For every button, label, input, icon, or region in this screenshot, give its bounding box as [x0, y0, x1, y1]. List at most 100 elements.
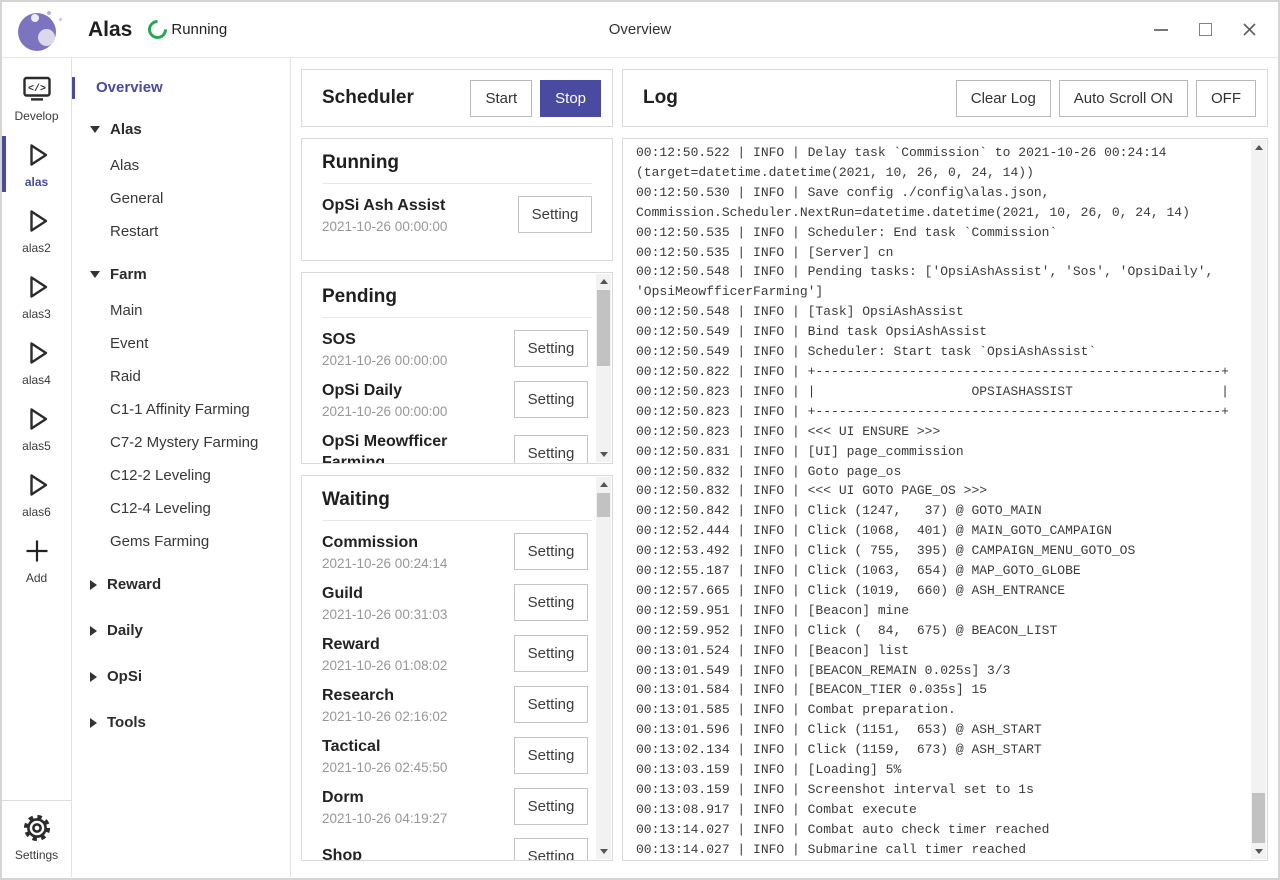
log-line: 00:12:55.187 | INFO | Click (1063, 654) … — [636, 561, 1247, 581]
active-indicator — [2, 136, 6, 192]
scroll-up-icon[interactable] — [596, 477, 611, 492]
sidebar-item-label: Develop — [14, 109, 58, 123]
nav-item-label: Overview — [96, 79, 163, 96]
active-indicator — [72, 77, 75, 99]
svg-text:</>: </> — [27, 83, 45, 95]
nav-group-reward[interactable]: Reward — [72, 565, 290, 604]
task-next-run-time: 2021-10-26 04:19:27 — [322, 811, 514, 826]
nav-item-raid[interactable]: Raid — [72, 360, 290, 393]
nav-item-restart[interactable]: Restart — [72, 215, 290, 248]
nav-item-overview[interactable]: Overview — [72, 72, 290, 103]
maximize-button[interactable] — [1190, 15, 1220, 45]
task-setting-button[interactable]: Setting — [514, 838, 588, 860]
sidebar-item-label: alas6 — [22, 505, 51, 519]
maximize-icon — [1199, 23, 1212, 36]
nav-item-main[interactable]: Main — [72, 294, 290, 327]
log-line: 00:12:50.823 | INFO | <<< UI ENSURE >>> — [636, 422, 1247, 442]
app-logo-icon — [16, 8, 60, 52]
log-scrollbar[interactable] — [1251, 140, 1266, 859]
log-line: 00:13:01.524 | INFO | [Beacon] list — [636, 641, 1247, 661]
task-name: Guild — [322, 583, 514, 604]
log-line: 00:13:03.159 | INFO | [Loading] 5% — [636, 760, 1247, 780]
log-line: (target=datetime.datetime(2021, 10, 26, … — [636, 163, 1247, 183]
clear-log-button[interactable]: Clear Log — [956, 80, 1051, 117]
log-title: Log — [643, 87, 678, 109]
task-setting-button[interactable]: Setting — [514, 635, 588, 672]
play-icon — [22, 140, 52, 170]
task-setting-button[interactable]: Setting — [514, 533, 588, 570]
scroll-up-icon[interactable] — [1251, 140, 1266, 155]
sidebar-item-label: Add — [26, 571, 47, 585]
profile-sidebar: </> Develop alas alas2 alas3 alas4 alas5… — [2, 58, 72, 877]
nav-item-alas[interactable]: Alas — [72, 149, 290, 182]
pending-scrollbar[interactable] — [596, 274, 611, 462]
chevron-icon — [90, 271, 100, 278]
nav-group-daily[interactable]: Daily — [72, 611, 290, 650]
log-line: 00:12:50.831 | INFO | [UI] page_commissi… — [636, 442, 1247, 462]
nav-group-tools[interactable]: Tools — [72, 703, 290, 742]
log-line: 00:12:50.832 | INFO | Goto page_os — [636, 462, 1247, 482]
nav-item-c12-2-leveling[interactable]: C12-2 Leveling — [72, 459, 290, 492]
scrollbar-thumb[interactable] — [1252, 793, 1265, 843]
nav-item-event[interactable]: Event — [72, 327, 290, 360]
sidebar-item-develop[interactable]: </> Develop — [2, 66, 71, 132]
sidebar-item-alas3[interactable]: alas3 — [2, 264, 71, 330]
scrollbar-thumb[interactable] — [597, 290, 610, 366]
nav-group-opsi[interactable]: OpSi — [72, 657, 290, 696]
chevron-icon — [90, 126, 100, 133]
log-line: 00:12:50.535 | INFO | Scheduler: End tas… — [636, 223, 1247, 243]
nav-item-c7-2-mystery-farming[interactable]: C7-2 Mystery Farming — [72, 426, 290, 459]
stop-button[interactable]: Stop — [540, 80, 601, 117]
auto-scroll-on-button[interactable]: Auto Scroll ON — [1059, 80, 1188, 117]
play-icon — [22, 338, 52, 368]
task-name: Research — [322, 685, 514, 706]
auto-scroll-off-button[interactable]: OFF — [1196, 80, 1256, 117]
nav-group-farm[interactable]: Farm — [72, 255, 290, 294]
waiting-scrollbar[interactable] — [596, 477, 611, 859]
nav-group-alas[interactable]: Alas — [72, 110, 290, 149]
scroll-down-icon[interactable] — [1251, 844, 1266, 859]
task-setting-button[interactable]: Setting — [518, 196, 592, 233]
task-next-run-time: 2021-10-26 00:24:14 — [322, 556, 514, 571]
task-next-run-time: 2021-10-26 00:31:03 — [322, 607, 514, 622]
play-icon — [22, 206, 52, 236]
sidebar-item-alas[interactable]: alas — [2, 132, 71, 198]
task-setting-button[interactable]: Setting — [514, 584, 588, 621]
task-setting-button[interactable]: Setting — [514, 788, 588, 825]
start-button[interactable]: Start — [470, 80, 532, 117]
nav-item-c12-4-leveling[interactable]: C12-4 Leveling — [72, 492, 290, 525]
scheduler-status: Running — [171, 21, 227, 38]
task-setting-button[interactable]: Setting — [514, 435, 588, 463]
sidebar-item-settings[interactable]: Settings — [2, 800, 71, 871]
task-setting-button[interactable]: Setting — [514, 737, 588, 774]
sidebar-item-alas2[interactable]: alas2 — [2, 198, 71, 264]
scroll-down-icon[interactable] — [596, 447, 611, 462]
close-button[interactable] — [1234, 15, 1264, 45]
task-setting-button[interactable]: Setting — [514, 330, 588, 367]
scrollbar-thumb[interactable] — [597, 493, 610, 517]
task-setting-button[interactable]: Setting — [514, 686, 588, 723]
running-title: Running — [302, 152, 612, 183]
log-line: 'OpsiMeowfficerFarming'] — [636, 282, 1247, 302]
log-line: 00:13:01.596 | INFO | Click (1151, 653) … — [636, 720, 1247, 740]
nav-item-c1-1-affinity-farming[interactable]: C1-1 Affinity Farming — [72, 393, 290, 426]
task-setting-button[interactable]: Setting — [514, 381, 588, 418]
nav-item-general[interactable]: General — [72, 182, 290, 215]
task-row: OpSi Meowfficer Farming Setting — [322, 425, 588, 463]
log-line: 00:13:02.134 | INFO | Click (1159, 673) … — [636, 740, 1247, 760]
sidebar-item-add[interactable]: Add — [2, 528, 71, 594]
task-row: Tactical 2021-10-26 02:45:50 Setting — [322, 730, 588, 781]
log-line: 00:12:52.444 | INFO | Click (1068, 401) … — [636, 521, 1247, 541]
task-name: Shop — [322, 845, 514, 861]
sidebar-item-alas6[interactable]: alas6 — [2, 462, 71, 528]
close-icon — [1242, 22, 1257, 37]
sidebar-item-label: alas3 — [22, 307, 51, 321]
task-next-run-time: 2021-10-26 02:16:02 — [322, 709, 514, 724]
minimize-button[interactable] — [1146, 15, 1176, 45]
nav-item-gems-farming[interactable]: Gems Farming — [72, 525, 290, 558]
sidebar-item-alas4[interactable]: alas4 — [2, 330, 71, 396]
scroll-up-icon[interactable] — [596, 274, 611, 289]
scroll-down-icon[interactable] — [596, 844, 611, 859]
sidebar-item-alas5[interactable]: alas5 — [2, 396, 71, 462]
running-spinner-icon — [144, 16, 171, 43]
